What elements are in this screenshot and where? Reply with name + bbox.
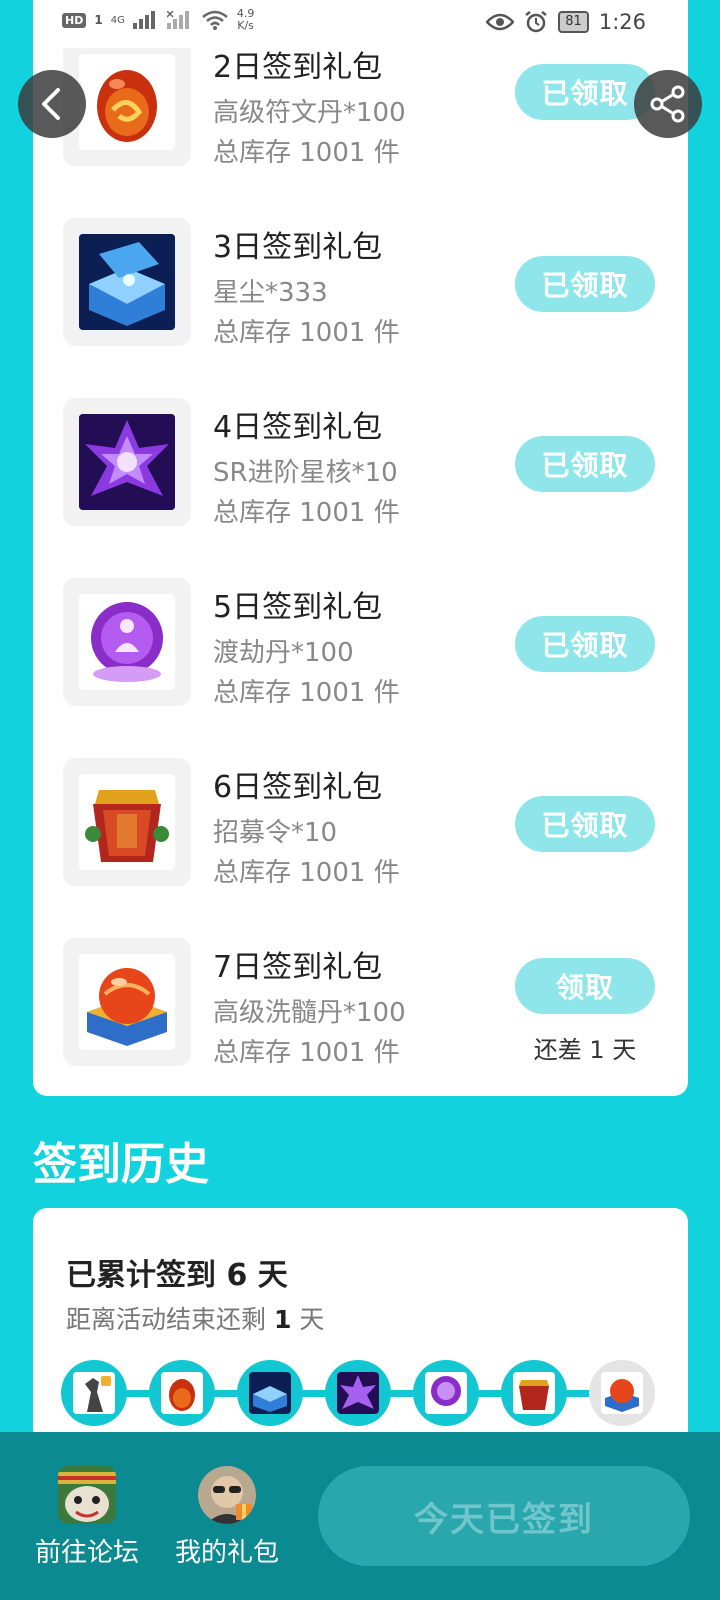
wifi-icon (202, 10, 228, 30)
gift-row-day5: 5日签到礼包 渡劫丹*100 总库存 1001 件 已领取 (63, 578, 663, 708)
gift-stock: 总库存 1001 件 (213, 498, 400, 528)
timeline-node-day6 (501, 1360, 567, 1426)
signal-no-service-icon (166, 11, 189, 29)
gift-stock: 总库存 1001 件 (213, 138, 400, 168)
recruit-token-icon (513, 1372, 555, 1414)
gift-stock: 总库存 1001 件 (213, 1038, 400, 1068)
status-right: 81 1:26 (486, 10, 646, 34)
tribulation-pill-icon (425, 1372, 467, 1414)
gift-row-day7: 7日签到礼包 高级洗髓丹*100 总库存 1001 件 领取 还差 1 天 (63, 938, 663, 1068)
claimed-button[interactable]: 已领取 (515, 616, 655, 672)
gift-thumbnail (63, 398, 191, 526)
timeline-node-day4 (325, 1360, 391, 1426)
gift-title: 7日签到礼包 (213, 950, 383, 985)
bottom-action-bar: 前往论坛 我的礼包 今天已签到 (0, 1432, 720, 1600)
days-remaining-text: 还差 1 天 (533, 1036, 637, 1064)
gift-description: 高级符文丹*100 (213, 98, 406, 128)
hd-indicator: HD (62, 12, 87, 28)
gift-stock: 总库存 1001 件 (213, 318, 400, 348)
share-button[interactable] (634, 70, 702, 138)
marrow-pill-icon (601, 1372, 643, 1414)
gift-row-day6: 6日签到礼包 招募令*10 总库存 1001 件 已领取 (63, 758, 663, 888)
gift-list-card: 2日签到礼包 高级符文丹*100 总库存 1001 件 已领取 3日签到礼包 星… (33, 0, 688, 1096)
gift-row-day4: 4日签到礼包 SR进阶星核*10 总库存 1001 件 已领取 (63, 398, 663, 528)
recruit-token-image (79, 774, 175, 870)
network-type: 4G (110, 14, 125, 26)
gift-description: 渡劫丹*100 (213, 638, 354, 668)
user-avatar-icon (198, 1466, 256, 1524)
sim-indicator: 1 (94, 13, 103, 27)
back-button[interactable] (18, 70, 86, 138)
forum-link[interactable]: 前往论坛 (22, 1466, 152, 1569)
rune-pill-image (79, 54, 175, 150)
alarm-icon (525, 11, 548, 33)
signin-timeline (61, 1360, 661, 1430)
hero-figure-icon (73, 1372, 115, 1414)
share-icon (650, 85, 685, 123)
activity-remaining-text: 距离活动结束还剩 1 天 (66, 1305, 325, 1334)
battery-indicator: 81 (558, 11, 589, 33)
signed-today-button[interactable]: 今天已签到 (318, 1466, 690, 1566)
marrow-pill-image (79, 954, 175, 1050)
network-speed: 4.9 K/s (236, 7, 255, 32)
gift-stock: 总库存 1001 件 (213, 678, 400, 708)
gift-title: 2日签到礼包 (213, 50, 383, 85)
status-bar: HD 1 4G 4.9 K/s 81 1:26 (0, 0, 720, 48)
eye-icon (486, 13, 515, 31)
star-core-icon (337, 1372, 379, 1414)
gift-thumbnail (63, 578, 191, 706)
gift-row-day3: 3日签到礼包 星尘*333 总库存 1001 件 已领取 (63, 218, 663, 348)
tribulation-pill-image (79, 594, 175, 690)
gift-thumbnail (63, 218, 191, 346)
gift-thumbnail (63, 938, 191, 1066)
timeline-node-day1 (61, 1360, 127, 1426)
claimed-button[interactable]: 已领取 (515, 436, 655, 492)
timeline-node-day3 (237, 1360, 303, 1426)
gift-description: 高级洗髓丹*100 (213, 998, 406, 1028)
claim-button[interactable]: 领取 (515, 958, 655, 1014)
claimed-button[interactable]: 已领取 (515, 256, 655, 312)
forum-label: 前往论坛 (34, 1538, 139, 1568)
gift-title: 5日签到礼包 (213, 590, 383, 625)
star-core-image (79, 414, 175, 510)
total-signin-text: 已累计签到 6 天 (66, 1258, 288, 1293)
game-forum-icon (58, 1466, 116, 1524)
timeline-node-day7 (589, 1360, 655, 1426)
gift-thumbnail (63, 758, 191, 886)
gift-title: 4日签到礼包 (213, 410, 383, 445)
gift-description: SR进阶星核*10 (213, 458, 398, 488)
claimed-button[interactable]: 已领取 (515, 796, 655, 852)
status-left: HD 1 4G 4.9 K/s (62, 8, 254, 32)
timeline-node-day5 (413, 1360, 479, 1426)
chevron-left-icon (42, 88, 60, 120)
gift-row-day2: 2日签到礼包 高级符文丹*100 总库存 1001 件 已领取 (63, 38, 663, 168)
gift-description: 招募令*10 (213, 818, 338, 848)
clock: 1:26 (598, 10, 646, 34)
signal-icon (132, 11, 155, 29)
my-gifts-link[interactable]: 我的礼包 (162, 1466, 292, 1569)
timeline-node-day2 (149, 1360, 215, 1426)
stardust-chest-icon (249, 1372, 291, 1414)
gift-title: 6日签到礼包 (213, 770, 383, 805)
gift-description: 星尘*333 (213, 278, 328, 308)
rune-pill-icon (161, 1372, 203, 1414)
history-heading: 签到历史 (33, 1139, 209, 1190)
gift-stock: 总库存 1001 件 (213, 858, 400, 888)
my-gifts-label: 我的礼包 (174, 1538, 279, 1568)
stardust-chest-image (79, 234, 175, 330)
gift-title: 3日签到礼包 (213, 230, 383, 265)
